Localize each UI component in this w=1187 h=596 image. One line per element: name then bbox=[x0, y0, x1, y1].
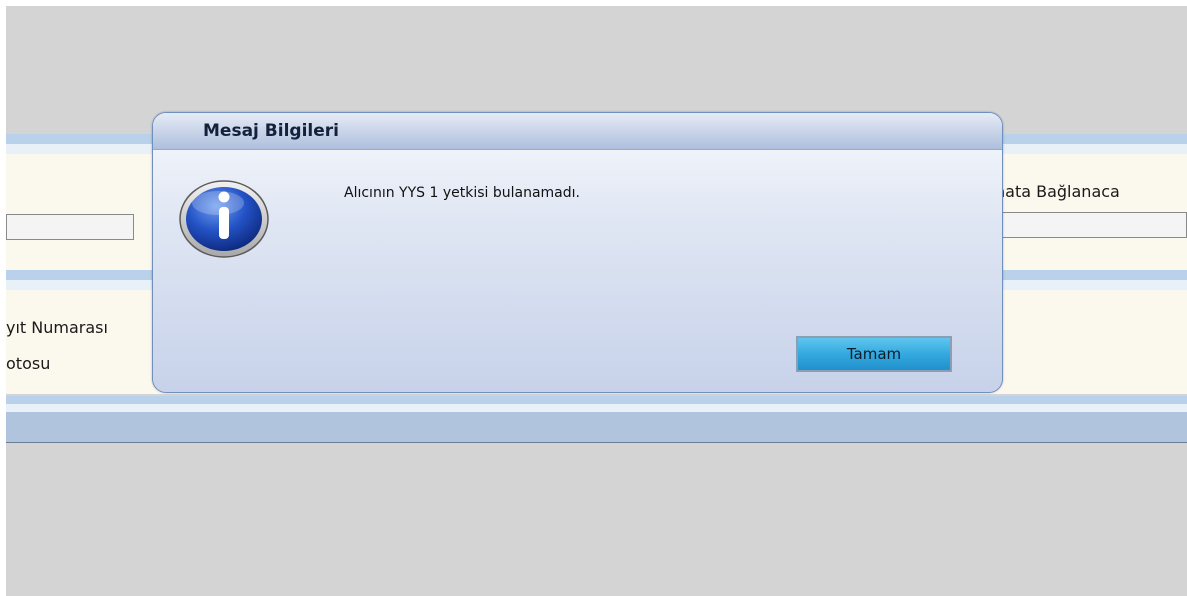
message-dialog: Mesaj Bilgileri Alıcının YYS 1 yetkisi b… bbox=[152, 112, 1003, 393]
background-label-photo: otosu bbox=[6, 354, 51, 373]
footer-band bbox=[6, 412, 1187, 443]
dialog-titlebar[interactable]: Mesaj Bilgileri bbox=[153, 113, 1002, 150]
section-stripe-3-light bbox=[6, 404, 1187, 412]
background-text-field-left[interactable] bbox=[6, 214, 134, 240]
background-label-record-number: yıt Numarası bbox=[6, 318, 108, 337]
ok-button[interactable]: Tamam bbox=[796, 336, 952, 372]
background-label-right: nata Bağlanaca bbox=[995, 182, 1120, 201]
info-icon bbox=[179, 180, 269, 258]
dialog-title: Mesaj Bilgileri bbox=[203, 121, 339, 141]
background-text-field-right[interactable] bbox=[995, 212, 1187, 238]
section-stripe-3 bbox=[6, 396, 1187, 404]
dialog-message: Alıcının YYS 1 yetkisi bulanamadı. bbox=[344, 185, 580, 201]
screen: nata Bağlanaca yıt Numarası otosu Mesaj … bbox=[0, 0, 1187, 596]
